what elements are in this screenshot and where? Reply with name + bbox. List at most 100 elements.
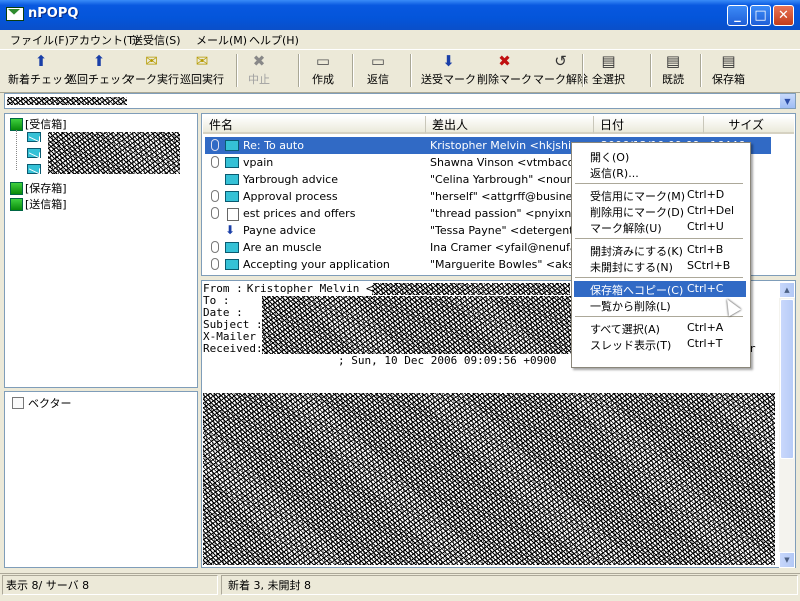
received-date: ; Sun, 10 Dec 2006 09:09:56 +0900 xyxy=(338,354,557,367)
folder-outbox[interactable]: [送信箱] xyxy=(10,196,67,212)
menu-item-label: スレッド表示(T) xyxy=(590,339,672,352)
menu-separator xyxy=(575,316,743,317)
body-obscured xyxy=(203,393,775,565)
menu-item-label: 開く(O) xyxy=(590,151,630,164)
toolbar-separator xyxy=(410,54,411,87)
tree-line xyxy=(16,130,18,170)
maximize-button[interactable]: □ xyxy=(750,5,771,26)
mail-icon xyxy=(27,148,41,158)
menu-file[interactable]: ファイル(F) xyxy=(10,32,69,48)
check-new-icon: ⬆ xyxy=(34,52,48,70)
account-combo[interactable]: ▼ xyxy=(4,93,796,109)
menu-send-receive[interactable]: 送受信(S) xyxy=(132,32,181,48)
context-menu-item[interactable]: 開封済みにする(K) Ctrl+B xyxy=(574,242,746,258)
toolbar-label: 新着チェック xyxy=(8,73,74,86)
title-bar[interactable] xyxy=(0,0,800,30)
menu-help[interactable]: ヘルプ(H) xyxy=(249,32,299,48)
menu-item-label: すべて選択(A) xyxy=(590,323,660,336)
row-subject: Payne advice xyxy=(243,224,316,237)
download-mark-icon: ⬇ xyxy=(225,223,236,237)
toolbar-button-5[interactable]: ▭ 作成 xyxy=(312,52,334,90)
row-subject: est prices and offers xyxy=(243,207,356,220)
folder-icon xyxy=(10,117,23,131)
status-count: 表示 8/ サーバ 8 xyxy=(6,579,90,592)
stop-icon: ✖ xyxy=(252,52,266,70)
toolbar-button-8[interactable]: ✖ 削除マーク xyxy=(477,52,532,90)
toolbar-button-11[interactable]: ▤ 既読 xyxy=(662,52,684,90)
account-name-obscured xyxy=(7,97,127,105)
column-subject[interactable]: 件名 xyxy=(203,116,425,134)
toolbar-label: 巡回チェック xyxy=(66,73,132,86)
minimize-button[interactable]: _ xyxy=(727,5,748,26)
column-from[interactable]: 差出人 xyxy=(425,116,593,134)
toolbar-label: マーク実行 xyxy=(124,73,179,86)
toolbar-button-6[interactable]: ▭ 返信 xyxy=(367,52,389,90)
toolbar-button-3[interactable]: ✉ 巡回実行 xyxy=(180,52,224,90)
delete-mark-icon: ✖ xyxy=(498,52,511,70)
context-menu-item[interactable]: マーク解除(U) Ctrl+U xyxy=(574,219,746,235)
menu-item-shortcut: Ctrl+D xyxy=(687,188,725,201)
folder-inbox[interactable]: [受信箱] xyxy=(10,116,67,132)
menu-separator xyxy=(575,238,743,239)
toolbar-separator xyxy=(236,54,237,87)
document-icon xyxy=(227,208,239,221)
vector-panel xyxy=(4,391,198,568)
toolbar-button-10[interactable]: ▤ 全選択 xyxy=(592,52,625,90)
vector-item[interactable]: ベクター xyxy=(12,395,72,411)
inbox-account-3[interactable] xyxy=(27,164,41,174)
row-from: "Celina Yarbrough" <nourish xyxy=(430,173,587,186)
folder-savebox[interactable]: [保存箱] xyxy=(10,180,67,196)
header-value: Kristopher Melvin < xyxy=(246,282,373,295)
toolbar-button-1[interactable]: ⬆ 巡回チェック xyxy=(66,52,132,90)
menu-mail[interactable]: メール(M) xyxy=(196,32,247,48)
column-date[interactable]: 日付 xyxy=(593,116,703,134)
context-menu-item[interactable]: 一覧から削除(L) xyxy=(574,297,746,313)
toolbar-separator xyxy=(700,54,701,87)
toolbar-label: 送受マーク xyxy=(421,73,476,86)
attachment-icon xyxy=(211,156,219,168)
context-menu-item[interactable]: 削除用にマーク(D) Ctrl+Del xyxy=(574,203,746,219)
menu-separator xyxy=(575,277,743,278)
compose-icon: ▭ xyxy=(315,52,331,70)
mail-download-icon xyxy=(225,259,239,270)
toolbar-button-4[interactable]: ✖ 中止 xyxy=(248,52,270,90)
chevron-down-icon[interactable]: ▼ xyxy=(780,94,795,108)
row-subject: Re: To auto xyxy=(243,139,304,152)
menu-item-shortcut: Ctrl+C xyxy=(687,282,724,295)
toolbar-label: マーク解除 xyxy=(533,73,588,86)
toolbar-button-9[interactable]: ↺ マーク解除 xyxy=(533,52,588,90)
toolbar-button-7[interactable]: ⬇ 送受マーク xyxy=(421,52,476,90)
context-menu-item[interactable]: すべて選択(A) Ctrl+A xyxy=(574,320,746,336)
toolbar-button-2[interactable]: ✉ マーク実行 xyxy=(124,52,179,90)
select-all-icon: ▤ xyxy=(601,52,616,70)
menu-item-label: 返信(R)... xyxy=(590,167,639,180)
toolbar-separator xyxy=(650,54,651,87)
context-menu-item[interactable]: スレッド表示(T) Ctrl+T xyxy=(574,336,746,352)
context-menu-item[interactable]: 受信用にマーク(M) Ctrl+D xyxy=(574,187,746,203)
menu-separator xyxy=(575,183,743,184)
row-subject: Accepting your application xyxy=(243,258,390,271)
row-from: Ina Cramer <yfail@nenufar.c xyxy=(430,241,590,254)
inbox-account-1[interactable] xyxy=(27,132,41,142)
column-size[interactable]: サイズ xyxy=(703,116,794,134)
scroll-up-icon[interactable]: ▲ xyxy=(779,282,795,298)
inbox-account-2[interactable] xyxy=(27,148,41,158)
toolbar-button-12[interactable]: ▤ 保存箱 xyxy=(712,52,745,90)
scroll-thumb[interactable] xyxy=(780,299,794,459)
menu-item-shortcut: Ctrl+A xyxy=(687,321,724,334)
scroll-down-icon[interactable]: ▼ xyxy=(779,552,795,568)
row-from: "Tessa Payne" <detergent's xyxy=(430,224,583,237)
attachment-icon xyxy=(211,190,219,202)
context-menu-item[interactable]: 開く(O) xyxy=(574,148,746,164)
toolbar-label: 保存箱 xyxy=(712,73,745,86)
toolbar-button-0[interactable]: ⬆ 新着チェック xyxy=(8,52,74,90)
preview-scrollbar[interactable]: ▲ ▼ xyxy=(779,282,795,568)
close-button[interactable]: ✕ xyxy=(773,5,794,26)
context-menu-item[interactable]: 未開封にする(N) SCtrl+B xyxy=(574,258,746,274)
menu-account[interactable]: アカウント(T) xyxy=(68,32,138,48)
menu-item-shortcut: SCtrl+B xyxy=(687,259,731,272)
folder-icon xyxy=(10,181,23,195)
context-menu-item[interactable]: 保存箱へコピー(C) Ctrl+C xyxy=(574,281,746,297)
row-from: Shawna Vinson <vtmbacon@ xyxy=(430,156,593,169)
context-menu-item[interactable]: 返信(R)... xyxy=(574,164,746,180)
